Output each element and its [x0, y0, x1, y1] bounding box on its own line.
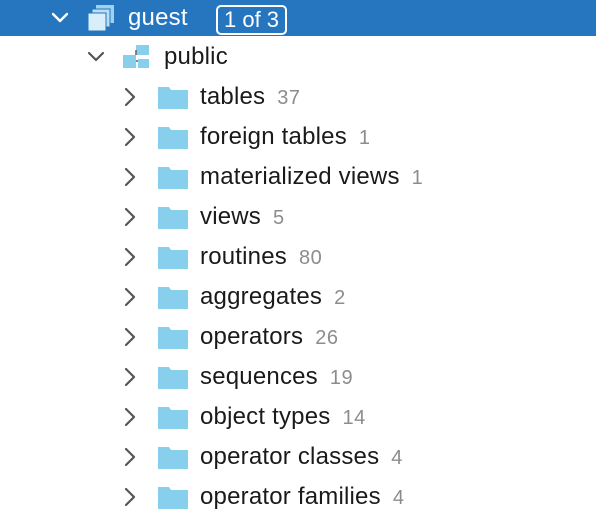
item-count: 26: [315, 327, 339, 349]
folder-label: operator classes 4: [200, 438, 403, 477]
item-count: 1: [358, 127, 371, 149]
chevron-right-icon[interactable]: [120, 87, 140, 107]
item-count: 37: [277, 87, 301, 109]
folder-icon: [158, 85, 188, 109]
tree-node-folder[interactable]: object types 14: [0, 398, 596, 436]
folder-name: tables: [200, 83, 266, 110]
folder-name: views: [200, 203, 262, 230]
folder-icon: [158, 245, 188, 269]
chevron-right-icon[interactable]: [120, 287, 140, 307]
node-label: guest: [128, 4, 188, 31]
folder-label: sequences 19: [200, 358, 353, 397]
chevron-down-icon[interactable]: [50, 8, 70, 28]
folder-label: object types 14: [200, 398, 366, 437]
tree-node-folder[interactable]: sequences 19: [0, 358, 596, 396]
tree-node-folder[interactable]: tables 37: [0, 78, 596, 116]
folder-icon: [158, 125, 188, 149]
tree-node-folder[interactable]: routines 80: [0, 238, 596, 276]
database-tree: guest 1 of 3 public tables 37 foreign tabl…: [0, 0, 596, 524]
chevron-right-icon[interactable]: [120, 367, 140, 387]
tree-node-guest[interactable]: guest 1 of 3: [0, 0, 596, 36]
database-stack-icon: [86, 4, 116, 32]
item-count: 5: [273, 207, 285, 229]
chevron-down-icon[interactable]: [86, 47, 106, 67]
folder-name: foreign tables: [200, 123, 347, 150]
folder-name: operators: [200, 323, 304, 350]
item-count: 4: [391, 447, 403, 469]
folder-icon: [158, 405, 188, 429]
folder-name: operator classes: [200, 443, 380, 470]
folder-name: operator families: [200, 483, 381, 510]
chevron-right-icon[interactable]: [120, 247, 140, 267]
tree-node-folder[interactable]: aggregates 2: [0, 278, 596, 316]
item-count: 19: [329, 367, 354, 389]
chevron-right-icon[interactable]: [120, 207, 140, 227]
tree-node-folder[interactable]: materialized views 1: [0, 158, 596, 196]
folder-label: aggregates 2: [200, 278, 346, 317]
chevron-right-icon[interactable]: [120, 487, 140, 507]
folder-icon: [158, 205, 188, 229]
tree-node-folder[interactable]: operator classes 4: [0, 438, 596, 476]
item-count: 2: [334, 287, 346, 309]
folder-label: operator families 4: [200, 478, 404, 517]
session-badge[interactable]: 1 of 3: [216, 5, 288, 35]
chevron-right-icon[interactable]: [120, 167, 140, 187]
node-label: public: [164, 43, 228, 70]
chevron-right-icon[interactable]: [120, 447, 140, 467]
item-count: 1: [411, 167, 424, 189]
folder-icon: [158, 285, 188, 309]
folder-label: views 5: [200, 198, 285, 237]
folder-icon: [158, 325, 188, 349]
folder-label: tables 37: [200, 78, 301, 117]
item-count: 14: [342, 407, 366, 429]
tree-node-folder[interactable]: operator families 4: [0, 478, 596, 516]
item-count: 80: [298, 247, 323, 269]
tree-node-public[interactable]: public: [0, 38, 596, 76]
folder-name: aggregates: [200, 283, 323, 310]
folder-icon: [158, 165, 188, 189]
folder-name: object types: [200, 403, 331, 430]
tree-node-folder[interactable]: foreign tables 1: [0, 118, 596, 156]
folder-icon: [158, 445, 188, 469]
folder-name: materialized views: [200, 163, 400, 190]
folder-label: foreign tables 1: [200, 118, 371, 157]
tree-node-folder[interactable]: views 5: [0, 198, 596, 236]
folder-label: routines 80: [200, 238, 322, 277]
folder-icon: [158, 365, 188, 389]
item-count: 4: [392, 487, 405, 509]
folder-name: routines: [200, 243, 287, 270]
chevron-right-icon[interactable]: [120, 327, 140, 347]
folder-label: operators 26: [200, 318, 338, 357]
chevron-right-icon[interactable]: [120, 127, 140, 147]
folder-icon: [158, 485, 188, 509]
schema-icon: [122, 44, 152, 70]
tree-node-folder[interactable]: operators 26: [0, 318, 596, 356]
folder-name: sequences: [200, 363, 318, 390]
chevron-right-icon[interactable]: [120, 407, 140, 427]
folder-label: materialized views 1: [200, 158, 423, 197]
